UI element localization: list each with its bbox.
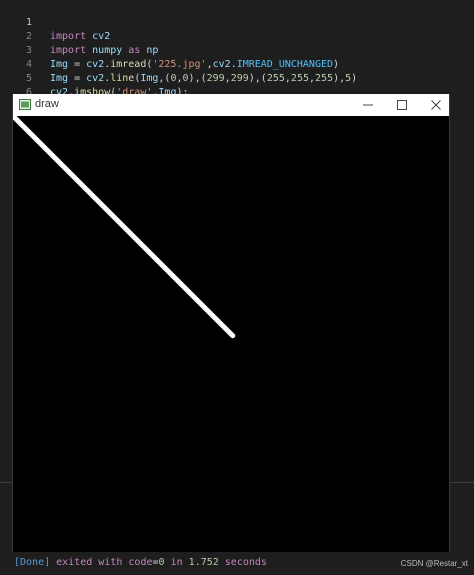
code-line[interactable]: 5 cv2.imshow('draw',Img); — [0, 58, 474, 98]
image-window[interactable]: draw — [12, 94, 450, 552]
app-icon — [19, 99, 31, 110]
window-title: draw — [35, 98, 59, 110]
minimize-icon — [363, 104, 373, 106]
code-line[interactable]: 4 Img = cv2.line(Img,(0,0),(299,299),(25… — [0, 44, 474, 84]
code-editor[interactable]: 1 import cv2 2 import numpy as np 3 Img … — [0, 0, 474, 112]
code-line[interactable]: 2 import numpy as np — [0, 16, 474, 56]
window-titlebar[interactable]: draw — [13, 94, 449, 116]
code-line[interactable]: 6 cv2.waitKey(0); — [0, 72, 474, 112]
minimize-button[interactable] — [351, 94, 385, 116]
code-line[interactable]: 1 import cv2 — [0, 2, 474, 42]
close-icon — [431, 100, 441, 110]
output-line: [Done] exited with code=0 in 1.752 secon… — [14, 557, 267, 568]
drawn-line — [13, 116, 236, 339]
watermark: CSDN @Restar_xt — [400, 559, 468, 568]
output-panel[interactable]: [Done] exited with code=0 in 1.752 secon… — [0, 552, 474, 575]
maximize-button[interactable] — [385, 94, 419, 116]
code-line[interactable]: 3 Img = cv2.imread('225.jpg',cv2.IMREAD_… — [0, 30, 474, 70]
image-canvas — [13, 116, 449, 552]
close-button[interactable] — [419, 94, 453, 116]
maximize-icon — [397, 100, 407, 110]
